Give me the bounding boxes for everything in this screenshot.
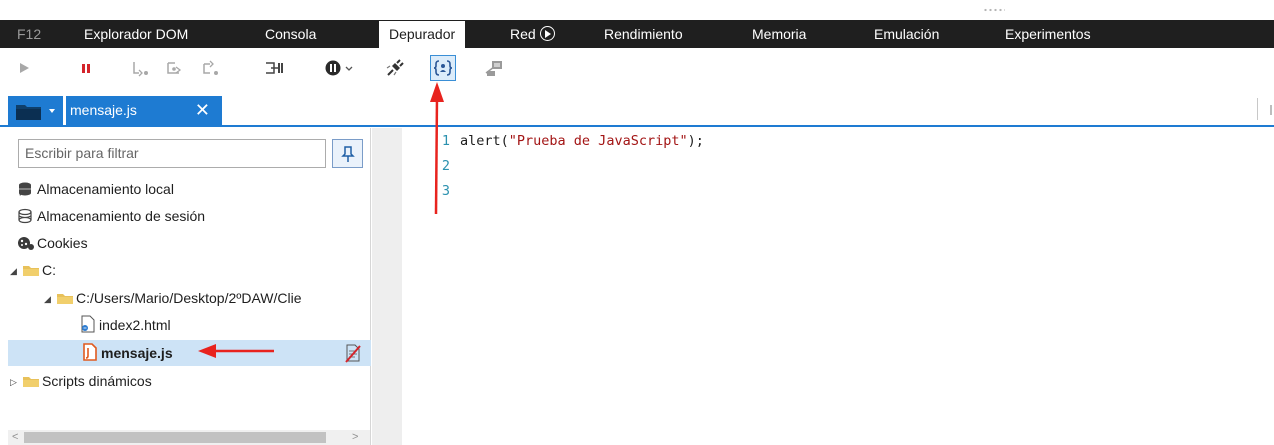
tab-network[interactable]: Red bbox=[510, 20, 555, 48]
step-over-icon bbox=[167, 62, 182, 74]
tab-network-label: Red bbox=[510, 26, 536, 42]
tab-debugger[interactable]: Depurador bbox=[379, 21, 466, 48]
continue-button[interactable] bbox=[11, 55, 37, 81]
blackbox-script-icon[interactable] bbox=[343, 343, 363, 363]
tree-item-cookies[interactable]: Cookies bbox=[17, 230, 88, 256]
local-storage-icon bbox=[19, 182, 31, 196]
step-out-button[interactable] bbox=[197, 55, 223, 81]
tree-item-label: Almacenamiento local bbox=[37, 181, 174, 197]
source-maps-button[interactable] bbox=[482, 55, 508, 81]
expanded-icon[interactable]: ◢ bbox=[10, 258, 19, 284]
tab-console[interactable]: Consola bbox=[265, 20, 316, 48]
tree-item-label: Almacenamiento de sesión bbox=[37, 208, 206, 224]
source-map-icon bbox=[485, 61, 502, 76]
pretty-print-button[interactable] bbox=[430, 55, 456, 81]
tab-memory[interactable]: Memoria bbox=[752, 20, 806, 48]
tree-item-project-folder[interactable]: ◢ C:/Users/Mario/Desktop/2ºDAW/Clie bbox=[44, 285, 302, 311]
tree-item-label: mensaje.js bbox=[101, 345, 173, 361]
script-navigator-pane: Escribir para filtrar Almacenamiento loc… bbox=[8, 128, 371, 445]
tab-experiments[interactable]: Experimentos bbox=[1005, 20, 1091, 48]
record-icon bbox=[539, 26, 555, 41]
tab-f12: F12 bbox=[17, 26, 42, 42]
html-file-icon bbox=[81, 315, 95, 333]
tree-item-local-storage[interactable]: Almacenamiento local bbox=[17, 176, 174, 202]
code-token: alert( bbox=[460, 133, 509, 149]
pretty-print-icon bbox=[433, 60, 453, 76]
tree-item-label: index2.html bbox=[99, 317, 171, 333]
scroll-thumb[interactable] bbox=[24, 432, 326, 443]
open-document-button[interactable] bbox=[8, 96, 63, 125]
pin-button[interactable] bbox=[332, 139, 363, 168]
line-number: 2 bbox=[441, 158, 450, 174]
overflow-marker bbox=[1270, 105, 1272, 115]
folder-icon bbox=[23, 266, 39, 276]
folder-icon bbox=[23, 377, 39, 387]
horizontal-scrollbar[interactable]: < > bbox=[8, 430, 370, 445]
tab-performance[interactable]: Rendimiento bbox=[604, 20, 683, 48]
folder-icon bbox=[57, 294, 73, 304]
break-on-new-worker-button[interactable] bbox=[262, 55, 288, 81]
tree-item-dynamic-scripts[interactable]: ▷ Scripts dinámicos bbox=[10, 368, 152, 394]
play-icon bbox=[20, 63, 29, 73]
tree-item-index2-html[interactable]: index2.html bbox=[79, 312, 171, 338]
tree-item-label: Cookies bbox=[37, 235, 88, 251]
line-number: 1 bbox=[441, 133, 450, 149]
drag-grip[interactable] bbox=[983, 8, 1005, 12]
code-token: ); bbox=[687, 133, 704, 149]
step-into-button[interactable] bbox=[127, 55, 153, 81]
tree-item-drive-c[interactable]: ◢ C: bbox=[10, 257, 56, 283]
js-file-icon bbox=[83, 343, 97, 361]
tree-item-session-storage[interactable]: Almacenamiento de sesión bbox=[17, 203, 205, 229]
close-icon[interactable]: ✕ bbox=[195, 96, 210, 125]
scroll-left-arrow[interactable]: < bbox=[12, 430, 18, 445]
debugger-toolbar bbox=[0, 48, 1274, 88]
code-editor[interactable]: 1 2 3 alert("Prueba de JavaScript"); bbox=[402, 128, 1274, 445]
file-tab-mensaje-js[interactable]: mensaje.js ✕ bbox=[66, 96, 222, 125]
breakpoint-gutter[interactable] bbox=[372, 128, 402, 445]
plug-icon bbox=[386, 59, 404, 76]
step-out-icon bbox=[203, 60, 218, 75]
pin-icon bbox=[340, 145, 355, 162]
cookies-icon bbox=[18, 237, 34, 250]
devtools-tab-bar: F12 Explorador DOM Consola Depurador Red… bbox=[0, 20, 1274, 48]
disconnect-debugger-button[interactable] bbox=[382, 55, 408, 81]
line-number: 3 bbox=[441, 183, 450, 199]
tree-item-label: C:/Users/Mario/Desktop/2ºDAW/Clie bbox=[76, 290, 302, 306]
pause-icon bbox=[82, 64, 90, 73]
exception-behavior-button[interactable] bbox=[322, 55, 356, 81]
scroll-right-arrow[interactable]: > bbox=[352, 430, 358, 445]
step-into-icon bbox=[133, 62, 148, 77]
break-button[interactable] bbox=[73, 55, 99, 81]
expanded-icon[interactable]: ◢ bbox=[44, 286, 53, 312]
window-top-strip bbox=[0, 0, 1274, 20]
tab-dom-explorer[interactable]: Explorador DOM bbox=[84, 20, 188, 48]
step-over-button[interactable] bbox=[162, 55, 188, 81]
tree-item-label: C: bbox=[42, 262, 56, 278]
tab-emulation[interactable]: Emulación bbox=[874, 20, 939, 48]
string-literal: "Prueba de JavaScript" bbox=[508, 133, 688, 149]
tree-item-label: Scripts dinámicos bbox=[42, 373, 152, 389]
collapsed-icon[interactable]: ▷ bbox=[10, 369, 19, 395]
filter-input[interactable]: Escribir para filtrar bbox=[18, 139, 326, 168]
folder-open-icon bbox=[16, 105, 41, 120]
tree-item-mensaje-js[interactable]: mensaje.js bbox=[8, 340, 371, 366]
open-files-bar: mensaje.js ✕ bbox=[0, 93, 1274, 127]
exception-pause-icon bbox=[325, 60, 353, 76]
session-storage-icon bbox=[18, 208, 32, 224]
new-worker-icon bbox=[266, 62, 283, 74]
file-tab-label: mensaje.js bbox=[70, 102, 137, 118]
chevron-down-icon bbox=[49, 109, 55, 113]
divider bbox=[1257, 98, 1258, 120]
code-line-1: alert("Prueba de JavaScript"); bbox=[460, 133, 704, 149]
